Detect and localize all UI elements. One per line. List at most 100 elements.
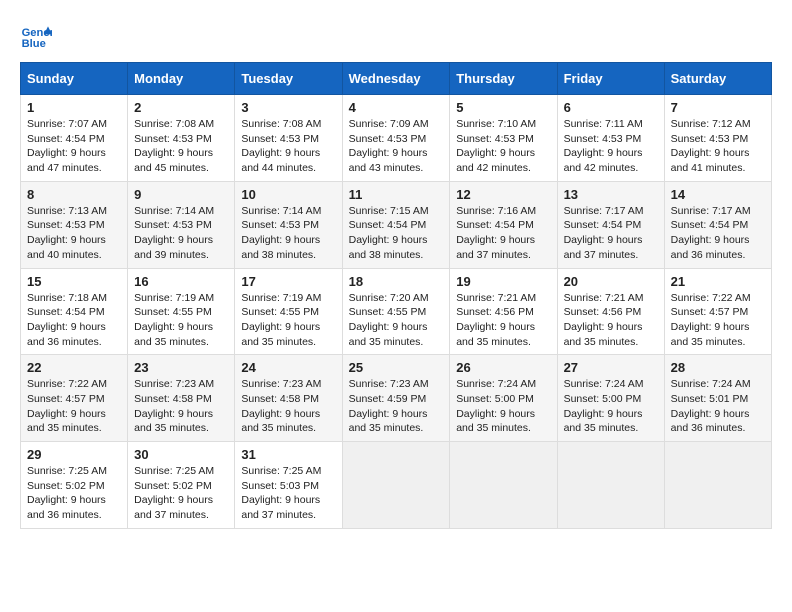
day-info: Sunrise: 7:17 AMSunset: 4:54 PMDaylight:… [671,204,765,263]
day-info: Sunrise: 7:25 AMSunset: 5:02 PMDaylight:… [27,464,121,523]
calendar-day-cell: 31 Sunrise: 7:25 AMSunset: 5:03 PMDayligh… [235,442,342,529]
calendar-day-cell: 23 Sunrise: 7:23 AMSunset: 4:58 PMDayligh… [128,355,235,442]
svg-text:Blue: Blue [22,38,46,50]
day-number: 22 [27,360,121,375]
day-number: 28 [671,360,765,375]
day-info: Sunrise: 7:21 AMSunset: 4:56 PMDaylight:… [456,291,550,350]
day-number: 12 [456,187,550,202]
calendar-day-cell: 12 Sunrise: 7:16 AMSunset: 4:54 PMDayligh… [450,181,557,268]
calendar-week-row: 29Sunrise: 7:25 AMSunset: 5:02 PMDayligh… [21,442,772,529]
day-number: 13 [564,187,658,202]
day-number: 15 [27,274,121,289]
calendar-day-cell [342,442,450,529]
calendar-day-cell: 16Sunrise: 7:19 AMSunset: 4:55 PMDayligh… [128,268,235,355]
calendar-day-cell: 10Sunrise: 7:14 AMSunset: 4:53 PMDayligh… [235,181,342,268]
day-info: Sunrise: 7:22 AMSunset: 4:57 PMDaylight:… [671,291,765,350]
calendar-header-row: SundayMondayTuesdayWednesdayThursdayFrid… [21,63,772,95]
day-number: 4 [349,100,444,115]
day-info: Sunrise: 7:15 AMSunset: 4:54 PMDaylight:… [349,204,444,263]
calendar-day-cell: 11 Sunrise: 7:15 AMSunset: 4:54 PMDayligh… [342,181,450,268]
day-number: 1 [27,100,121,115]
day-number: 27 [564,360,658,375]
calendar-table: SundayMondayTuesdayWednesdayThursdayFrid… [20,62,772,529]
weekday-header: Wednesday [342,63,450,95]
day-info: Sunrise: 7:19 AMSunset: 4:55 PMDaylight:… [134,291,228,350]
day-info: Sunrise: 7:13 AMSunset: 4:53 PMDaylight:… [27,204,121,263]
day-info: Sunrise: 7:12 AMSunset: 4:53 PMDaylight:… [671,117,765,176]
calendar-day-cell: 21 Sunrise: 7:22 AMSunset: 4:57 PMDayligh… [664,268,771,355]
calendar-day-cell [557,442,664,529]
day-number: 30 [134,447,228,462]
calendar-day-cell: 18 Sunrise: 7:20 AMSunset: 4:55 PMDayligh… [342,268,450,355]
day-info: Sunrise: 7:16 AMSunset: 4:54 PMDaylight:… [456,204,550,263]
day-info: Sunrise: 7:10 AMSunset: 4:53 PMDaylight:… [456,117,550,176]
calendar-day-cell: 2Sunrise: 7:08 AMSunset: 4:53 PMDaylight… [128,95,235,182]
calendar-week-row: 15 Sunrise: 7:18 AMSunset: 4:54 PMDayligh… [21,268,772,355]
day-info: Sunrise: 7:21 AMSunset: 4:56 PMDaylight:… [564,291,658,350]
day-info: Sunrise: 7:24 AMSunset: 5:00 PMDaylight:… [456,377,550,436]
calendar-day-cell: 1 Sunrise: 7:07 AMSunset: 4:54 PMDaylight… [21,95,128,182]
day-number: 5 [456,100,550,115]
day-number: 24 [241,360,335,375]
day-number: 17 [241,274,335,289]
day-number: 21 [671,274,765,289]
day-info: Sunrise: 7:19 AMSunset: 4:55 PMDaylight:… [241,291,335,350]
calendar-day-cell: 27 Sunrise: 7:24 AMSunset: 5:00 PMDayligh… [557,355,664,442]
day-number: 14 [671,187,765,202]
weekday-header: Tuesday [235,63,342,95]
calendar-day-cell: 29Sunrise: 7:25 AMSunset: 5:02 PMDayligh… [21,442,128,529]
calendar-day-cell [450,442,557,529]
day-number: 11 [349,187,444,202]
day-info: Sunrise: 7:22 AMSunset: 4:57 PMDaylight:… [27,377,121,436]
calendar-day-cell: 7 Sunrise: 7:12 AMSunset: 4:53 PMDaylight… [664,95,771,182]
weekday-header: Sunday [21,63,128,95]
weekday-header: Thursday [450,63,557,95]
calendar-day-cell: 30 Sunrise: 7:25 AMSunset: 5:02 PMDayligh… [128,442,235,529]
day-info: Sunrise: 7:20 AMSunset: 4:55 PMDaylight:… [349,291,444,350]
day-info: Sunrise: 7:23 AMSunset: 4:59 PMDaylight:… [349,377,444,436]
calendar-day-cell: 20 Sunrise: 7:21 AMSunset: 4:56 PMDayligh… [557,268,664,355]
day-number: 25 [349,360,444,375]
day-info: Sunrise: 7:08 AMSunset: 4:53 PMDaylight:… [241,117,335,176]
day-info: Sunrise: 7:14 AMSunset: 4:53 PMDaylight:… [241,204,335,263]
calendar-day-cell: 13Sunrise: 7:17 AMSunset: 4:54 PMDayligh… [557,181,664,268]
day-info: Sunrise: 7:08 AMSunset: 4:53 PMDaylight:… [134,117,228,176]
calendar-day-cell: 4 Sunrise: 7:09 AMSunset: 4:53 PMDaylight… [342,95,450,182]
calendar-day-cell: 15 Sunrise: 7:18 AMSunset: 4:54 PMDayligh… [21,268,128,355]
day-number: 3 [241,100,335,115]
day-info: Sunrise: 7:09 AMSunset: 4:53 PMDaylight:… [349,117,444,176]
day-number: 6 [564,100,658,115]
calendar-day-cell [664,442,771,529]
day-number: 7 [671,100,765,115]
weekday-header: Monday [128,63,235,95]
day-number: 8 [27,187,121,202]
header: General Blue [20,20,772,52]
day-info: Sunrise: 7:24 AMSunset: 5:01 PMDaylight:… [671,377,765,436]
weekday-header: Friday [557,63,664,95]
day-info: Sunrise: 7:11 AMSunset: 4:53 PMDaylight:… [564,117,658,176]
calendar-day-cell: 17 Sunrise: 7:19 AMSunset: 4:55 PMDayligh… [235,268,342,355]
day-number: 20 [564,274,658,289]
day-info: Sunrise: 7:18 AMSunset: 4:54 PMDaylight:… [27,291,121,350]
day-info: Sunrise: 7:23 AMSunset: 4:58 PMDaylight:… [241,377,335,436]
day-number: 19 [456,274,550,289]
day-info: Sunrise: 7:23 AMSunset: 4:58 PMDaylight:… [134,377,228,436]
calendar-week-row: 1 Sunrise: 7:07 AMSunset: 4:54 PMDaylight… [21,95,772,182]
calendar-day-cell: 14 Sunrise: 7:17 AMSunset: 4:54 PMDayligh… [664,181,771,268]
day-info: Sunrise: 7:07 AMSunset: 4:54 PMDaylight:… [27,117,121,176]
calendar-day-cell: 26Sunrise: 7:24 AMSunset: 5:00 PMDayligh… [450,355,557,442]
calendar-day-cell: 19 Sunrise: 7:21 AMSunset: 4:56 PMDayligh… [450,268,557,355]
day-info: Sunrise: 7:14 AMSunset: 4:53 PMDaylight:… [134,204,228,263]
weekday-header: Saturday [664,63,771,95]
calendar-day-cell: 5 Sunrise: 7:10 AMSunset: 4:53 PMDaylight… [450,95,557,182]
calendar-day-cell: 22 Sunrise: 7:22 AMSunset: 4:57 PMDayligh… [21,355,128,442]
day-number: 18 [349,274,444,289]
day-info: Sunrise: 7:25 AMSunset: 5:03 PMDaylight:… [241,464,335,523]
calendar-week-row: 8 Sunrise: 7:13 AMSunset: 4:53 PMDaylight… [21,181,772,268]
day-number: 23 [134,360,228,375]
calendar-day-cell: 9Sunrise: 7:14 AMSunset: 4:53 PMDaylight… [128,181,235,268]
day-info: Sunrise: 7:25 AMSunset: 5:02 PMDaylight:… [134,464,228,523]
day-number: 31 [241,447,335,462]
day-info: Sunrise: 7:24 AMSunset: 5:00 PMDaylight:… [564,377,658,436]
calendar-day-cell: 28 Sunrise: 7:24 AMSunset: 5:01 PMDayligh… [664,355,771,442]
